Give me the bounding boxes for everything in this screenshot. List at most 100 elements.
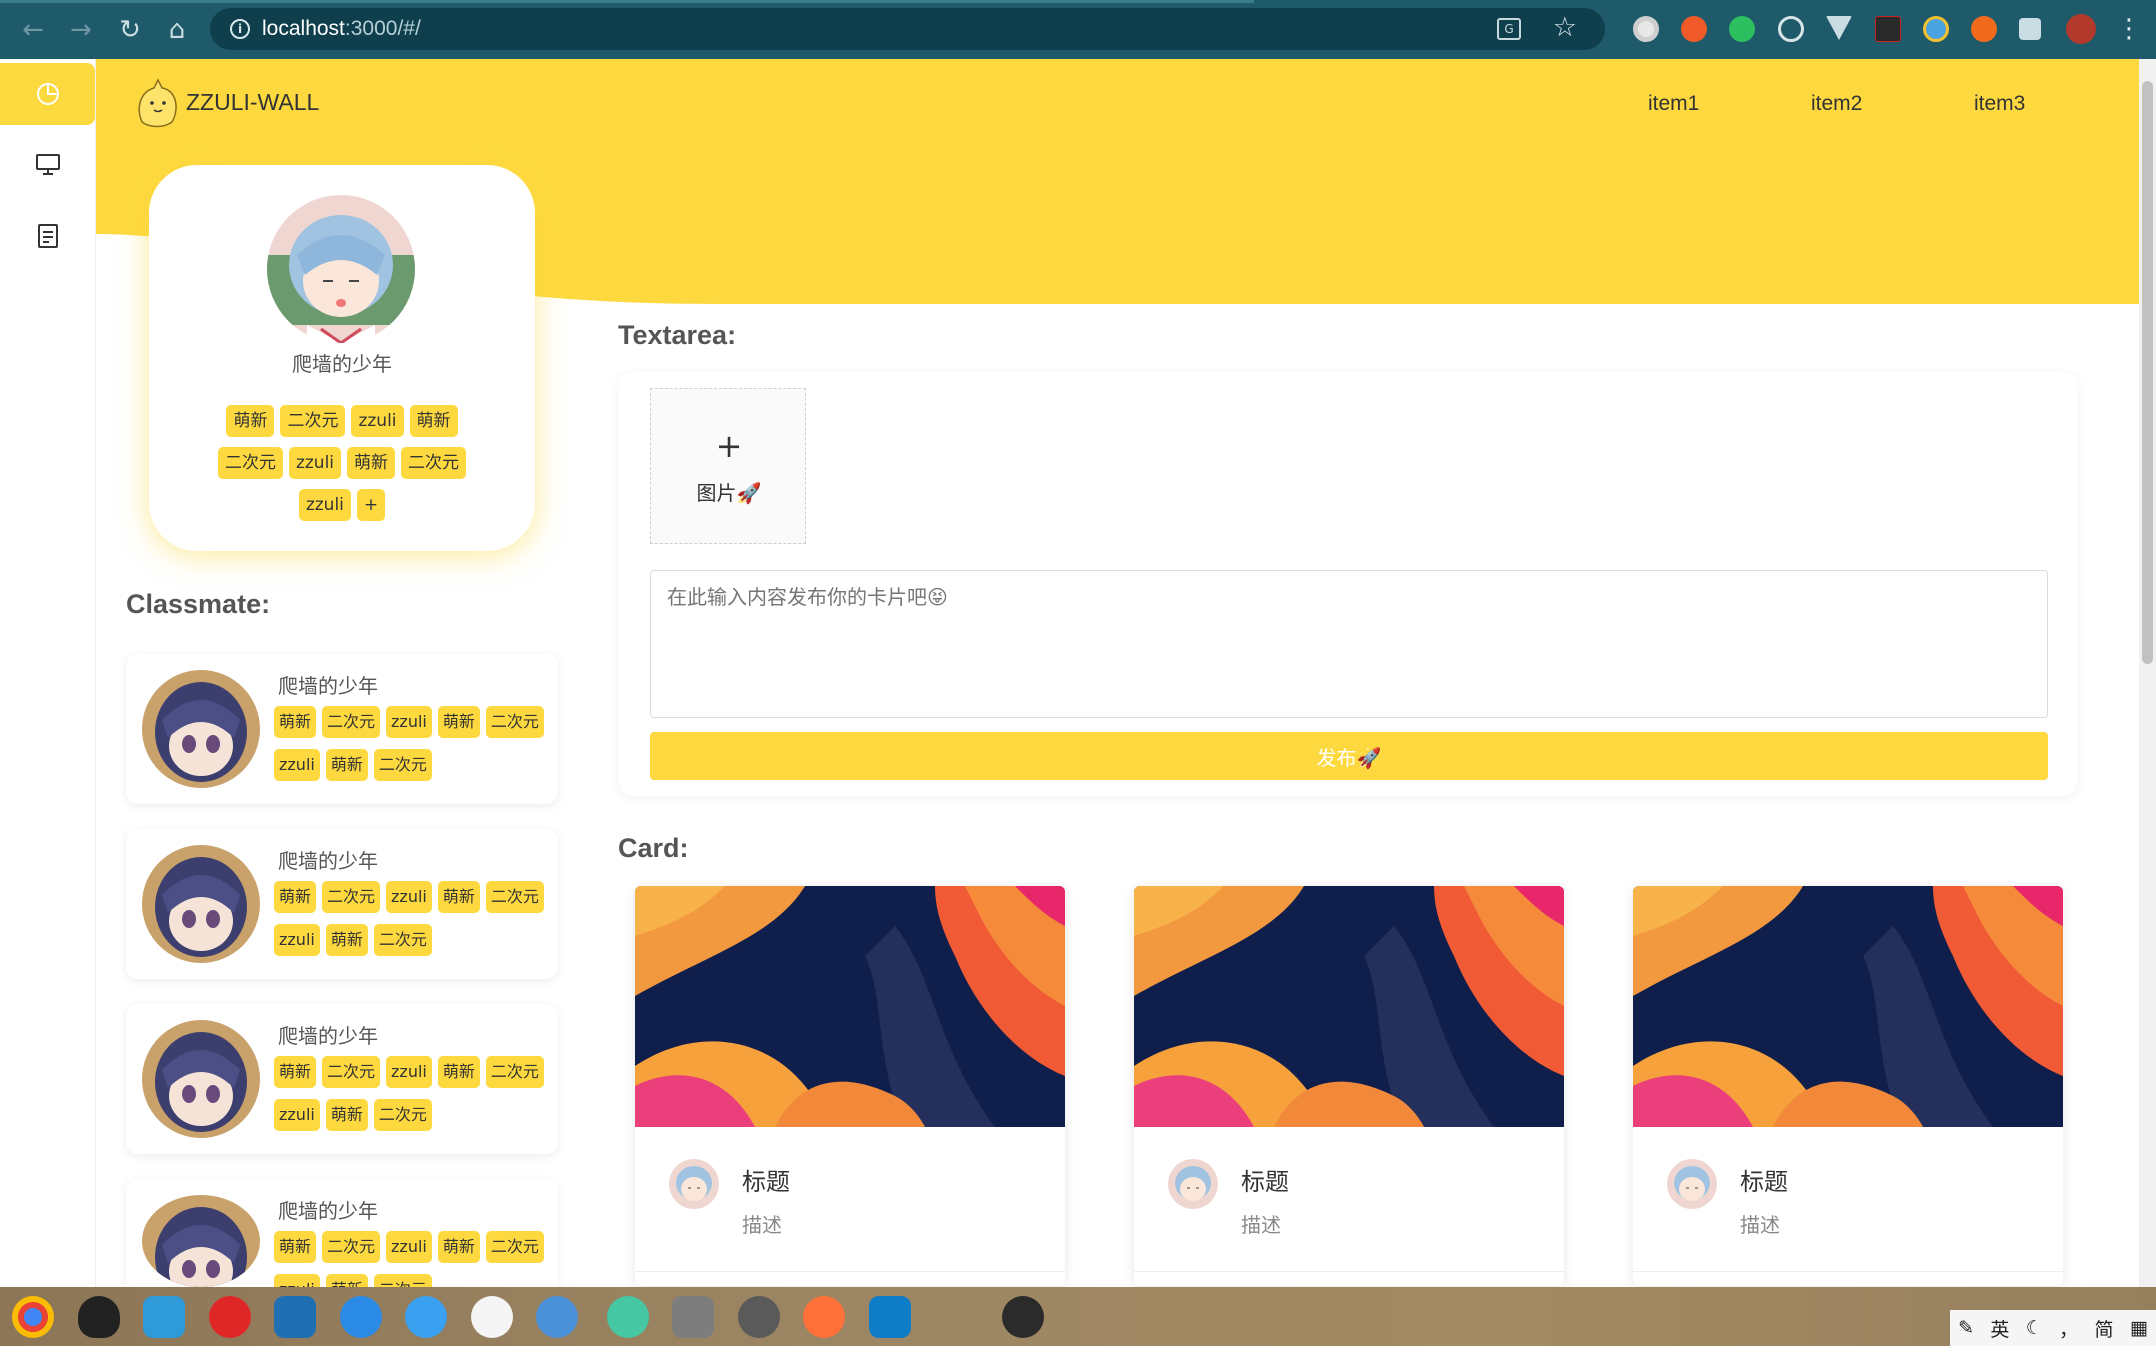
tag[interactable]: 萌新	[274, 881, 317, 913]
tag[interactable]: 萌新	[437, 1056, 480, 1088]
tag[interactable]: 二次元	[485, 1231, 544, 1263]
tag[interactable]: zzuli	[274, 1274, 320, 1287]
tag[interactable]: 二次元	[373, 1274, 432, 1287]
evernote-ext-icon[interactable]	[1729, 16, 1755, 42]
bookmark-star-icon[interactable]: ☆	[1553, 12, 1577, 43]
settings-app-icon[interactable]	[738, 1296, 780, 1338]
orange-ext-icon[interactable]	[1971, 16, 1997, 42]
tag[interactable]: 二次元	[322, 881, 381, 913]
tag[interactable]: 二次元	[280, 405, 346, 437]
rail-item-monitor[interactable]	[0, 133, 96, 195]
tag[interactable]: 二次元	[373, 749, 432, 781]
tag[interactable]: 二次元	[322, 1056, 381, 1088]
tag[interactable]: 萌新	[325, 1099, 368, 1131]
grid-icon[interactable]: ▦	[2130, 1317, 2148, 1339]
tag[interactable]: 二次元	[322, 706, 381, 738]
tag[interactable]: 萌新	[274, 1056, 317, 1088]
app-store-icon[interactable]	[143, 1296, 185, 1338]
page-scrollbar[interactable]	[2139, 59, 2156, 1287]
tag[interactable]: zzuli	[386, 1056, 432, 1088]
publish-button[interactable]: 发布🚀	[650, 732, 2048, 780]
finder-icon[interactable]	[340, 1296, 382, 1338]
home-icon[interactable]: ⌂	[160, 13, 194, 47]
scrollbar-thumb[interactable]	[2142, 81, 2153, 664]
firefox-app-icon[interactable]	[803, 1296, 845, 1338]
recorder-app-icon[interactable]	[607, 1296, 649, 1338]
nav-item-3[interactable]: item3	[1974, 92, 2025, 116]
webstorm-app-icon[interactable]	[869, 1296, 911, 1338]
address-bar[interactable]: i localhost:3000/#/ G ☆	[210, 8, 1605, 50]
night-mode-icon[interactable]: ☾	[2026, 1317, 2043, 1339]
input-method-icon[interactable]: ✎	[1958, 1317, 1974, 1339]
terminal-app-icon[interactable]	[1002, 1296, 1044, 1338]
punctuation-icon[interactable]: ，	[2059, 1315, 2078, 1342]
h-ext-icon[interactable]	[1875, 16, 1901, 42]
profile-avatar-icon[interactable]	[2066, 14, 2096, 44]
post-content-input[interactable]	[650, 570, 2048, 718]
globe-ext-icon[interactable]	[1923, 16, 1949, 42]
tag[interactable]: zzuli	[274, 749, 320, 781]
tag[interactable]: 二次元	[373, 924, 432, 956]
chrome-app-icon[interactable]	[12, 1296, 54, 1338]
card[interactable]: 标题 描述	[635, 886, 1065, 1286]
classmate-card[interactable]: 爬墙的少年 萌新二次元zzuli萌新二次元zzuli萌新二次元	[126, 1179, 558, 1287]
tag[interactable]: 萌新	[226, 405, 275, 437]
screenshot-app-icon[interactable]	[471, 1296, 513, 1338]
tag[interactable]: zzuli	[386, 1231, 432, 1263]
tag[interactable]: zzuli	[298, 489, 351, 521]
card[interactable]: 标题 描述	[1134, 886, 1564, 1286]
tag[interactable]: 二次元	[485, 881, 544, 913]
qq-app-icon[interactable]	[78, 1296, 120, 1338]
classmate-card[interactable]: 爬墙的少年 萌新二次元zzuli萌新二次元zzuli萌新二次元	[126, 654, 558, 804]
image-upload[interactable]: + 图片🚀	[650, 388, 806, 544]
tag[interactable]: zzuli	[386, 881, 432, 913]
url-text[interactable]: localhost:3000/#/	[262, 17, 421, 41]
tag[interactable]: 萌新	[437, 706, 480, 738]
forward-arrow-icon[interactable]: →	[64, 13, 98, 47]
tag[interactable]: 萌新	[437, 881, 480, 913]
add-tag-button[interactable]: +	[356, 489, 386, 521]
vue-ext-icon[interactable]	[1826, 16, 1852, 40]
tag[interactable]: 萌新	[325, 1274, 368, 1287]
tag[interactable]: zzuli	[274, 1099, 320, 1131]
tag[interactable]: zzuli	[386, 706, 432, 738]
tag[interactable]: 二次元	[373, 1099, 432, 1131]
toggle-app-icon[interactable]	[672, 1296, 714, 1338]
translate-icon[interactable]: G	[1497, 18, 1521, 40]
tag[interactable]: zzuli	[288, 447, 342, 479]
site-info-icon[interactable]: i	[230, 19, 250, 39]
tag[interactable]: 萌新	[274, 706, 317, 738]
tag[interactable]: 二次元	[322, 1231, 381, 1263]
infinity-ext-icon[interactable]	[1681, 16, 1707, 42]
baidu-netdisk-icon[interactable]	[405, 1296, 447, 1338]
circle-ext-icon[interactable]	[1633, 16, 1659, 42]
tag[interactable]: 萌新	[437, 1231, 480, 1263]
browser-menu-icon[interactable]: ⋮	[2116, 12, 2142, 46]
rail-item-document[interactable]	[0, 205, 96, 267]
browser-app-icon[interactable]	[536, 1296, 578, 1338]
reload-icon[interactable]: ↻	[113, 13, 147, 47]
classmate-card[interactable]: 爬墙的少年 萌新二次元zzuli萌新二次元zzuli萌新二次元	[126, 829, 558, 979]
input-script[interactable]: 简	[2094, 1315, 2113, 1342]
profile-avatar[interactable]	[267, 195, 415, 343]
tag[interactable]: 萌新	[409, 405, 458, 437]
tag[interactable]: 萌新	[325, 924, 368, 956]
tag[interactable]: 二次元	[401, 447, 467, 479]
target-ext-icon[interactable]	[1778, 16, 1804, 42]
tag[interactable]: 二次元	[485, 706, 544, 738]
tag[interactable]: 二次元	[485, 1056, 544, 1088]
brand-title[interactable]: ZZULI-WALL	[186, 89, 319, 116]
puzzle-ext-icon[interactable]	[2019, 18, 2041, 40]
tag[interactable]: 萌新	[274, 1231, 317, 1263]
vscode-icon[interactable]	[274, 1296, 316, 1338]
rail-item-dashboard[interactable]	[0, 63, 95, 125]
tag[interactable]: 萌新	[325, 749, 368, 781]
nav-item-1[interactable]: item1	[1648, 92, 1699, 116]
input-language[interactable]: 英	[1990, 1315, 2009, 1342]
classmate-card[interactable]: 爬墙的少年 萌新二次元zzuli萌新二次元zzuli萌新二次元	[126, 1004, 558, 1154]
tag[interactable]: 萌新	[347, 447, 396, 479]
netease-music-icon[interactable]	[209, 1296, 251, 1338]
nav-item-2[interactable]: item2	[1811, 92, 1862, 116]
card[interactable]: 标题 描述	[1633, 886, 2063, 1286]
back-arrow-icon[interactable]: ←	[16, 13, 50, 47]
